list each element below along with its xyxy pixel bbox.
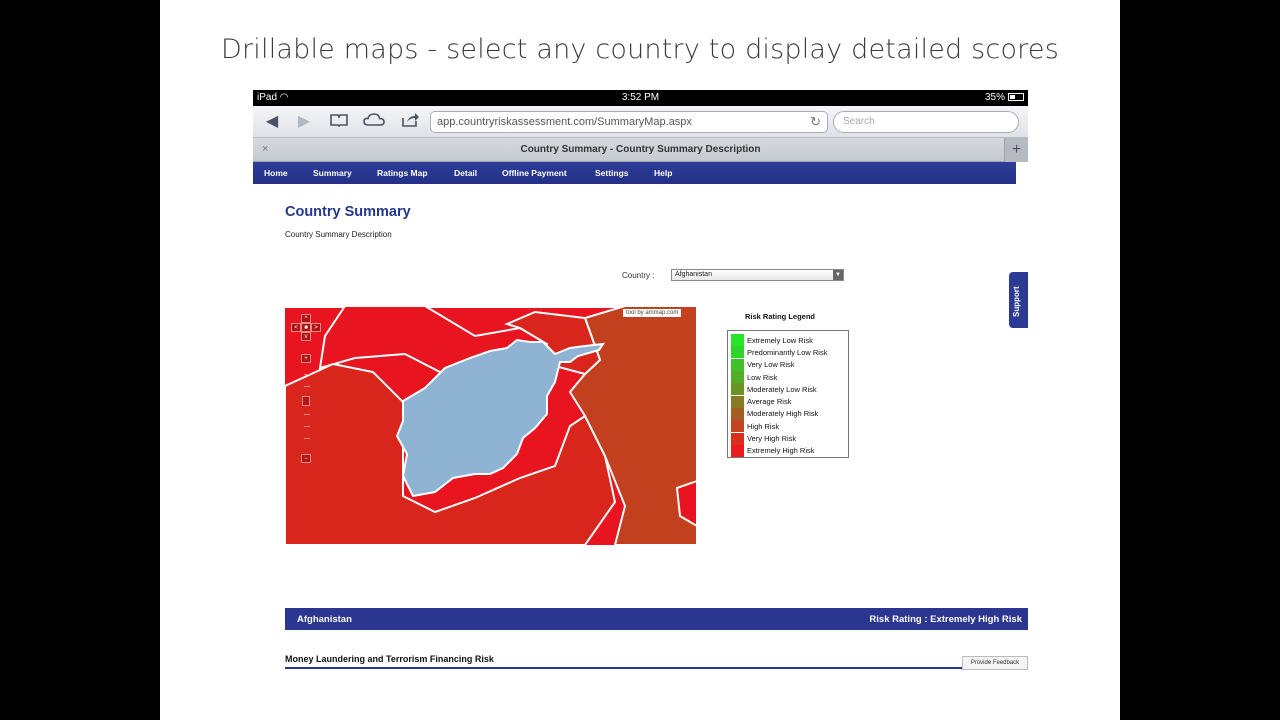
legend-swatch (731, 420, 744, 433)
zoom-tick (304, 426, 310, 427)
support-label: Support (1012, 286, 1021, 317)
legend-swatch (731, 395, 744, 408)
bookmarks-icon[interactable] (328, 112, 350, 132)
slide-caption: Drillable maps - select any country to d… (221, 34, 1059, 65)
pan-up-icon[interactable]: ^ (301, 314, 311, 323)
country-label: Country : (622, 271, 655, 280)
legend-label: Extremely Low Risk (747, 335, 813, 345)
country-select-value: Afghanistan (675, 271, 712, 278)
reload-icon[interactable]: ↻ (810, 114, 821, 130)
nav-offline-payment[interactable]: Offline Payment (502, 168, 567, 178)
legend-item: Moderately Low Risk (731, 383, 848, 396)
nav-help[interactable]: Help (654, 168, 672, 178)
share-icon[interactable] (399, 112, 421, 132)
pan-right-icon[interactable]: > (311, 323, 321, 332)
nav-home[interactable]: Home (264, 168, 288, 178)
legend-swatch (731, 334, 744, 347)
summary-country: Afghanistan (297, 614, 352, 625)
legend-label: Predominantly Low Risk (747, 347, 828, 357)
forward-icon[interactable]: ▶ (293, 112, 315, 132)
zoom-out-icon[interactable]: − (301, 454, 311, 463)
pan-left-icon[interactable]: < (291, 323, 301, 332)
legend-swatch (731, 358, 744, 371)
zoom-tick (304, 438, 310, 439)
battery-icon (1008, 93, 1024, 101)
legend-label: Moderately High Risk (747, 409, 819, 419)
battery-indicator: 35% (985, 92, 1024, 103)
new-tab-button[interactable]: + (1004, 138, 1028, 162)
nav-summary[interactable]: Summary (313, 168, 352, 178)
legend-label: Average Risk (747, 397, 792, 407)
country-summary-bar: Afghanistan Risk Rating : Extremely High… (285, 608, 1028, 630)
legend-item: Extremely Low Risk (731, 334, 848, 347)
legend-item: Low Risk (731, 371, 848, 384)
search-input[interactable]: Search (833, 111, 1019, 133)
legend-label: Very High Risk (747, 434, 797, 444)
legend-label: High Risk (747, 421, 780, 431)
browser-toolbar: ◀ ▶ app.countryriskassessment.com/Summar… (253, 106, 1028, 138)
summary-rating: Risk Rating : Extremely High Risk (869, 614, 1022, 625)
provide-feedback-button[interactable]: Provide Feedback (962, 656, 1028, 670)
site-navbar: Home Summary Ratings Map Detail Offline … (253, 162, 1016, 184)
risk-map[interactable]: ^ < ■ > v + − (285, 306, 697, 545)
clock: 3:52 PM (621, 92, 660, 103)
page-title: Country Summary (285, 204, 411, 220)
legend-swatch (731, 383, 744, 396)
legend-title: Risk Rating Legend (745, 312, 816, 321)
presentation-slide: Drillable maps - select any country to d… (160, 0, 1120, 720)
legend-swatch (731, 432, 744, 445)
risk-legend: Extremely Low Risk Predominantly Low Risk… (727, 330, 849, 458)
legend-swatch (731, 407, 744, 420)
section-title: Money Laundering and Terrorism Financing… (285, 654, 494, 664)
back-icon[interactable]: ◀ (261, 112, 283, 132)
ipad-screen: iPad ◠ 3:52 PM 35% ◀ ▶ app.countryriskas… (253, 90, 1028, 672)
zoom-tick (304, 374, 310, 375)
legend-label: Extremely High Risk (747, 446, 815, 456)
page-subtitle: Country Summary Description (285, 230, 392, 239)
url-text: app.countryriskassessment.com/SummaryMap… (437, 116, 692, 128)
legend-item: Predominantly Low Risk (731, 346, 848, 359)
legend-item: Very High Risk (731, 432, 848, 445)
legend-item: Moderately High Risk (731, 407, 848, 420)
country-select[interactable]: Afghanistan ▼ (671, 269, 844, 281)
legend-swatch (731, 371, 744, 384)
legend-label: Very Low Risk (747, 360, 795, 370)
nav-detail[interactable]: Detail (454, 168, 477, 178)
home-icon[interactable]: ■ (301, 323, 311, 332)
pan-down-icon[interactable]: v (301, 332, 311, 341)
url-bar[interactable]: app.countryriskassessment.com/SummaryMap… (430, 111, 828, 133)
nav-ratings-map[interactable]: Ratings Map (377, 168, 428, 178)
section-divider (285, 667, 965, 669)
legend-item: Average Risk (731, 395, 848, 408)
zoom-slider-handle[interactable] (302, 396, 310, 406)
legend-item: Extremely High Risk (731, 444, 848, 457)
tab-bar: × Country Summary - Country Summary Desc… (253, 138, 1028, 162)
cloud-icon[interactable] (363, 112, 385, 132)
legend-swatch (731, 444, 744, 457)
status-bar: iPad ◠ 3:52 PM 35% (253, 90, 1028, 106)
legend-item: High Risk (731, 420, 848, 433)
legend-label: Low Risk (747, 372, 778, 382)
ammap-credit[interactable]: tool by ammap.com (623, 309, 682, 317)
legend-item: Very Low Risk (731, 358, 848, 371)
legend-swatch (731, 346, 744, 359)
support-tab[interactable]: Support (1009, 272, 1028, 328)
zoom-tick (304, 386, 310, 387)
nav-settings[interactable]: Settings (595, 168, 629, 178)
tab-title[interactable]: Country Summary - Country Summary Descri… (253, 144, 1028, 155)
chevron-down-icon: ▼ (833, 270, 843, 280)
legend-label: Moderately Low Risk (747, 384, 817, 394)
zoom-in-icon[interactable]: + (301, 354, 311, 363)
zoom-tick (304, 414, 310, 415)
